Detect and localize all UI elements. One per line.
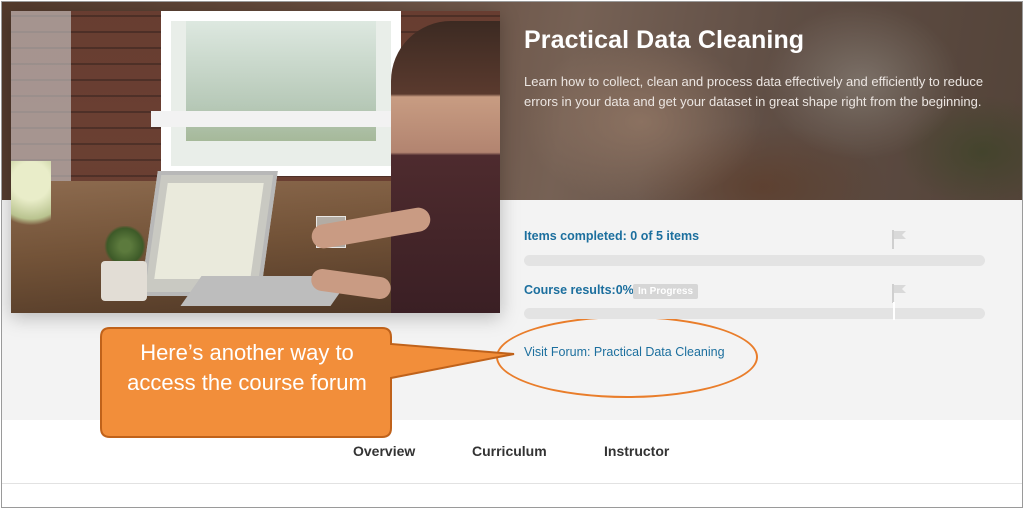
callout-text: Here’s another way to access the course … <box>127 340 367 395</box>
screenshot-frame: Practical Data Cleaning Learn how to col… <box>1 1 1023 508</box>
callout-bubble <box>100 327 515 438</box>
